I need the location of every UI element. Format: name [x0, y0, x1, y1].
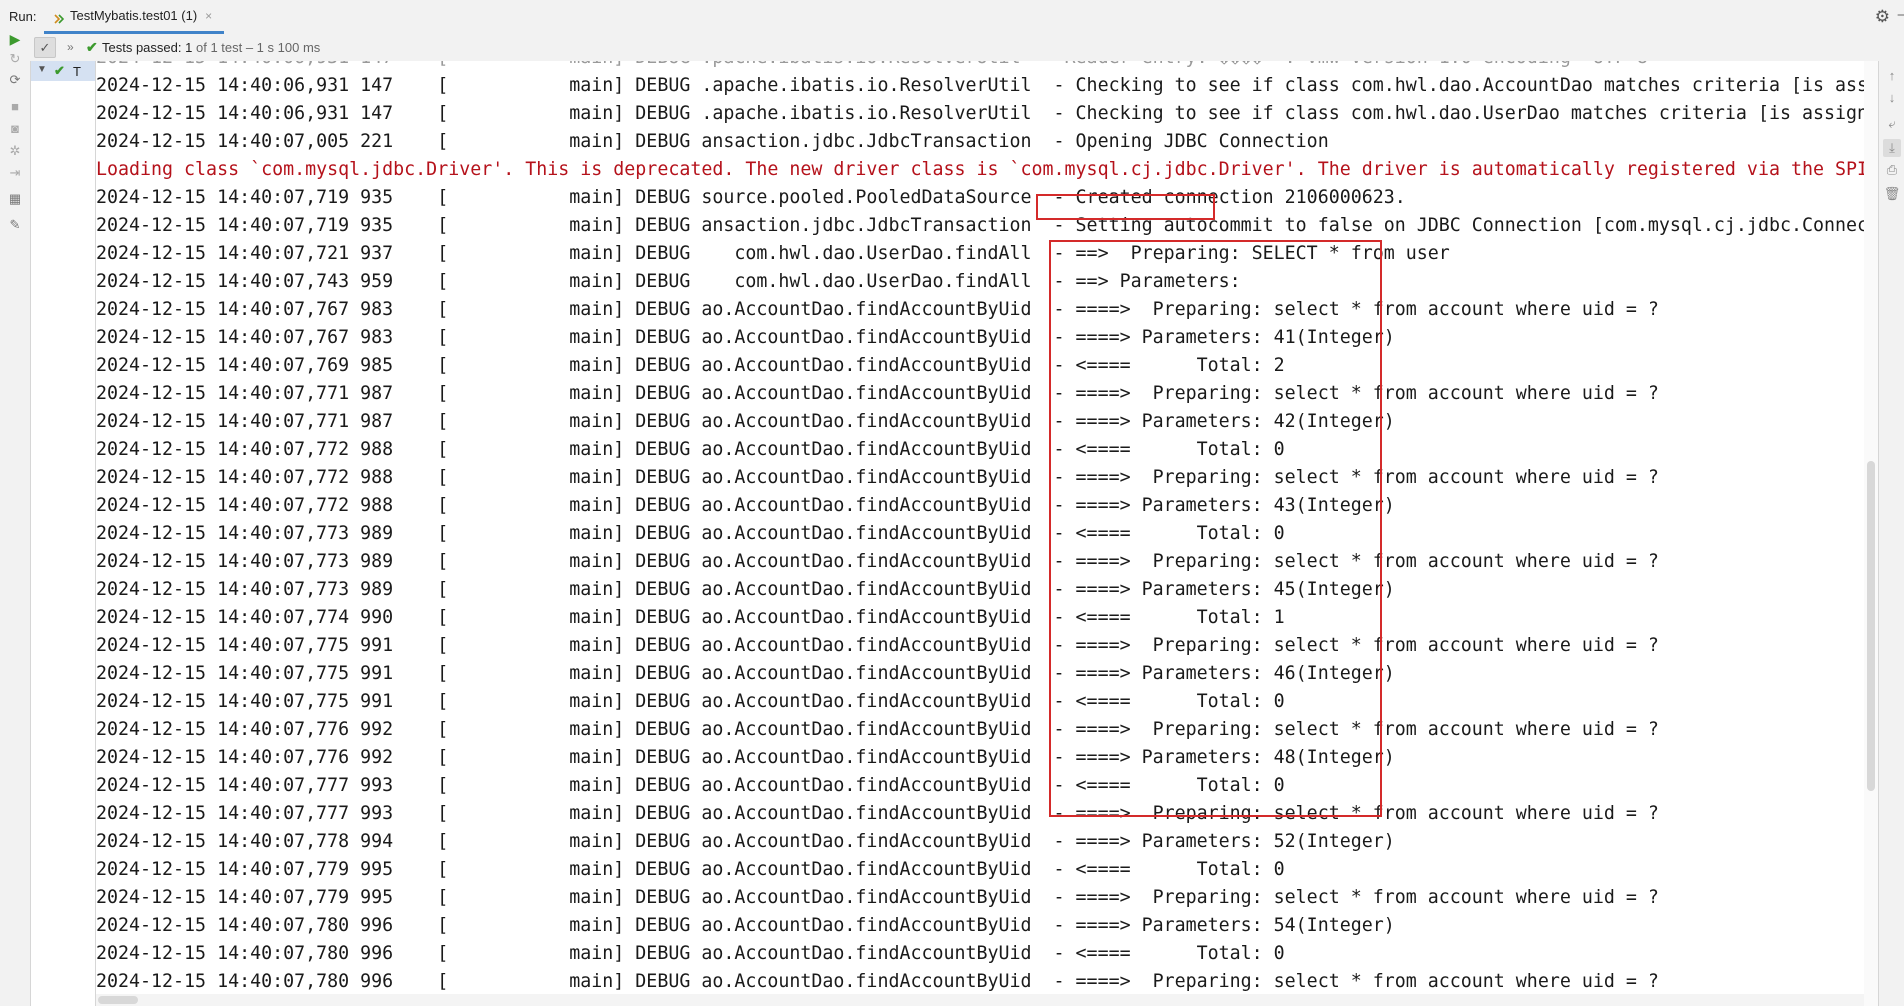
layout-icon[interactable]: ▦	[6, 190, 24, 208]
settings-icon[interactable]: ✲	[6, 142, 24, 160]
log-line: 2024-12-15 14:40:07,773 989 [ main] DEBU…	[96, 523, 1285, 544]
log-line: 2024-12-15 14:40:07,719 935 [ main] DEBU…	[96, 187, 1406, 208]
horizontal-scroll-thumb[interactable]	[98, 996, 138, 1004]
log-line: 2024-12-15 14:40:07,774 990 [ main] DEBU…	[96, 607, 1285, 628]
tests-passed-count: 1	[185, 40, 193, 55]
close-icon[interactable]: ×	[205, 9, 212, 23]
log-line: 2024-12-15 14:40:07,719 935 [ main] DEBU…	[96, 215, 1878, 236]
run-tab[interactable]: TestMybatis.test01 (1) ×	[44, 0, 225, 34]
pin-icon[interactable]: ✎	[6, 216, 24, 234]
log-line: 2024-12-15 14:40:07,775 991 [ main] DEBU…	[96, 691, 1285, 712]
log-line: 2024-12-15 14:40:07,776 992 [ main] DEBU…	[96, 747, 1395, 768]
log-line: 2024-12-15 14:40:07,771 987 [ main] DEBU…	[96, 383, 1659, 404]
log-line: 2024-12-15 14:40:06,931 147 [ main] DEBU…	[96, 103, 1878, 124]
test-status-bar: ✓ » ✔ Tests passed: 1 of 1 test – 1 s 10…	[30, 34, 1904, 62]
run-toolbar: Run: TestMybatis.test01 (1) × ⚙ –	[0, 0, 1904, 35]
log-line: 2024-12-15 14:40:07,771 987 [ main] DEBU…	[96, 411, 1395, 432]
check-icon: ✔	[54, 63, 65, 78]
log-lines: 2024-12-15 14:40:06,931 147 [ main] DEBU…	[96, 61, 1878, 1006]
log-line: 2024-12-15 14:40:07,773 989 [ main] DEBU…	[96, 579, 1395, 600]
show-passed-button[interactable]: ✓	[34, 37, 56, 58]
log-line: 2024-12-15 14:40:07,777 993 [ main] DEBU…	[96, 775, 1285, 796]
vertical-scroll-thumb[interactable]	[1867, 461, 1875, 791]
gear-icon[interactable]: ⚙	[1875, 8, 1890, 25]
run-tab-title: TestMybatis.test01 (1)	[70, 8, 198, 23]
tests-passed-detail: of 1 test – 1 s 100 ms	[195, 40, 321, 55]
test-config-icon	[54, 11, 65, 24]
scroll-to-end-icon[interactable]: ⤓	[1883, 139, 1901, 157]
console-output[interactable]: 2024-12-15 14:40:06,931 147 [ main] DEBU…	[96, 61, 1878, 1006]
run-label: Run:	[9, 9, 37, 24]
vertical-scrollbar[interactable]	[1864, 61, 1878, 1006]
log-line: 2024-12-15 14:40:07,005 221 [ main] DEBU…	[96, 131, 1329, 152]
log-line: 2024-12-15 14:40:07,775 991 [ main] DEBU…	[96, 663, 1395, 684]
print-icon[interactable]: ⎙	[1883, 161, 1901, 179]
log-line: 2024-12-15 14:40:07,780 996 [ main] DEBU…	[96, 971, 1659, 992]
log-line: 2024-12-15 14:40:07,721 937 [ main] DEBU…	[96, 243, 1450, 264]
tests-passed-prefix: Tests passed:	[102, 40, 182, 55]
rerun-failed-icon[interactable]: ↻	[6, 50, 24, 68]
log-line: 2024-12-15 14:40:07,780 996 [ main] DEBU…	[96, 943, 1285, 964]
log-line: 2024-12-15 14:40:07,773 989 [ main] DEBU…	[96, 551, 1659, 572]
log-line: 2024-12-15 14:40:07,743 959 [ main] DEBU…	[96, 271, 1252, 292]
tests-passed-status: Tests passed: 1 of 1 test – 1 s 100 ms	[102, 40, 320, 55]
toggle-auto-test-icon[interactable]: ⟳	[6, 71, 24, 89]
log-line: 2024-12-15 14:40:07,767 983 [ main] DEBU…	[96, 327, 1395, 348]
scroll-down-icon[interactable]: ↓	[1883, 89, 1901, 107]
scroll-up-icon[interactable]: ↑	[1883, 67, 1901, 85]
right-toolbar: ↑ ↓ ⤶ ⤓ ⎙ 🗑	[1878, 61, 1904, 1006]
check-icon: ✔	[86, 39, 98, 55]
log-line-partial-top: 2024-12-15 14:40:06,931 147 [ main] DEBU…	[96, 61, 1878, 72]
log-line: 2024-12-15 14:40:07,769 985 [ main] DEBU…	[96, 355, 1285, 376]
minimize-icon[interactable]: –	[1898, 6, 1904, 23]
exit-icon[interactable]: ⇥	[6, 164, 24, 182]
log-line: 2024-12-15 14:40:07,767 983 [ main] DEBU…	[96, 299, 1659, 320]
log-line: 2024-12-15 14:40:07,772 988 [ main] DEBU…	[96, 439, 1285, 460]
chevron-right-icon[interactable]: »	[67, 40, 74, 54]
test-tree-item[interactable]: ▼ ✔ T	[31, 61, 95, 81]
log-line: 2024-12-15 14:40:07,772 988 [ main] DEBU…	[96, 467, 1659, 488]
screenshot-icon[interactable]: ◙	[6, 120, 24, 138]
test-tree-item-label: T	[73, 64, 81, 79]
log-line: 2024-12-15 14:40:07,780 996 [ main] DEBU…	[96, 915, 1395, 936]
log-line: 2024-12-15 14:40:07,778 994 [ main] DEBU…	[96, 831, 1395, 852]
log-line-warning: Loading class `com.mysql.jdbc.Driver'. T…	[96, 159, 1869, 180]
log-line: 2024-12-15 14:40:07,776 992 [ main] DEBU…	[96, 719, 1659, 740]
chevron-down-icon[interactable]: ▼	[37, 64, 47, 75]
log-line: 2024-12-15 14:40:07,779 995 [ main] DEBU…	[96, 859, 1285, 880]
log-line: 2024-12-15 14:40:07,775 991 [ main] DEBU…	[96, 635, 1659, 656]
log-line: 2024-12-15 14:40:06,931 147 [ main] DEBU…	[96, 75, 1878, 96]
log-line: 2024-12-15 14:40:07,772 988 [ main] DEBU…	[96, 495, 1395, 516]
left-toolbar: ▶ ↻ ⟳ ■ ◙ ✲ ⇥ ▦ ✎	[0, 31, 31, 1006]
clear-icon[interactable]: 🗑	[1883, 185, 1901, 203]
log-line: 2024-12-15 14:40:07,777 993 [ main] DEBU…	[96, 803, 1659, 824]
test-tree: ▼ ✔ T	[31, 61, 96, 1006]
log-line: 2024-12-15 14:40:07,779 995 [ main] DEBU…	[96, 887, 1659, 908]
soft-wrap-icon[interactable]: ⤶	[1883, 115, 1901, 133]
rerun-icon[interactable]: ▶	[6, 30, 24, 48]
horizontal-scrollbar[interactable]	[96, 994, 1864, 1006]
stop-icon[interactable]: ■	[6, 98, 24, 116]
